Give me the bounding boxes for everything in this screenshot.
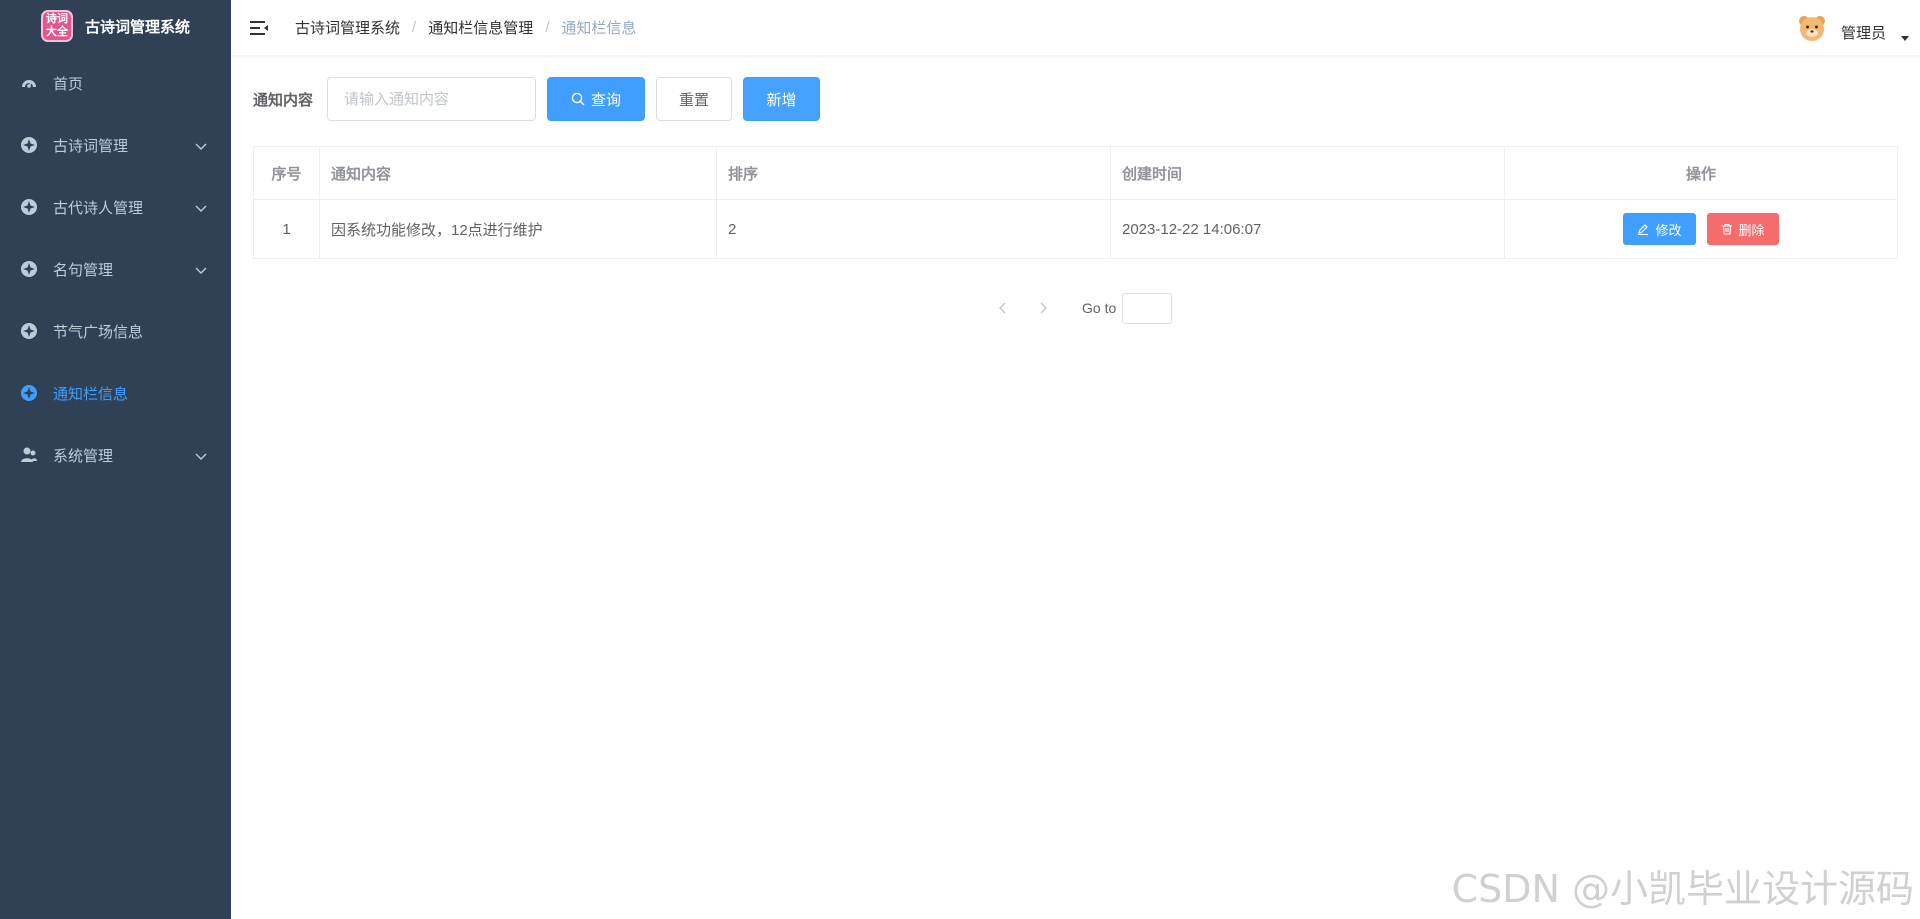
cell-index: 1 <box>253 199 320 259</box>
add-button-label: 新增 <box>766 91 797 109</box>
notice-table: 序号 通知内容 排序 创建时间 操作 1 因系统功能修改，12点进行维护 2 2… <box>253 146 1898 259</box>
app-title: 古诗词管理系统 <box>84 18 190 36</box>
breadcrumb-separator: / <box>545 19 550 36</box>
sidebar-item-system[interactable]: 系统管理 <box>0 424 231 486</box>
sidebar-item-label: 古诗词管理 <box>53 137 129 155</box>
chevron-left-icon <box>999 302 1006 314</box>
sidebar-item-home[interactable]: 首页 <box>0 52 231 114</box>
column-header-actions: 操作 <box>1504 146 1898 200</box>
table-header-row: 序号 通知内容 排序 创建时间 操作 <box>253 146 1898 200</box>
delete-button-label: 删除 <box>1738 222 1765 238</box>
prev-page-button[interactable] <box>988 293 1018 323</box>
watermark: CSDN @小凯毕业设计源码 <box>1451 867 1914 911</box>
logo-line-1: 诗词 <box>45 13 68 25</box>
goto-page-input[interactable] <box>1122 292 1173 324</box>
column-header-content: 通知内容 <box>319 146 717 200</box>
query-button-label: 查询 <box>591 91 622 109</box>
reset-button[interactable]: 重置 <box>656 77 733 121</box>
sidebar-item-label: 节气广场信息 <box>53 323 144 341</box>
sidebar-item-label: 首页 <box>53 75 84 93</box>
avatar <box>1797 13 1827 43</box>
edit-icon <box>1637 223 1649 235</box>
top-navbar: 古诗词管理系统 / 通知栏信息管理 / 通知栏信息 管理员 <box>231 0 1920 55</box>
notice-content-input[interactable] <box>327 77 537 121</box>
chevron-down-icon <box>195 448 207 465</box>
compass-icon <box>20 322 38 340</box>
cell-sort: 2 <box>716 199 1111 259</box>
sidebar-item-label: 古代诗人管理 <box>53 199 144 217</box>
sidebar-item-label: 通知栏信息 <box>53 385 129 403</box>
delete-button[interactable]: 删除 <box>1706 213 1779 245</box>
chevron-right-icon <box>1040 302 1047 314</box>
chevron-down-icon <box>195 200 207 217</box>
breadcrumb-item[interactable]: 古诗词管理系统 <box>295 17 400 38</box>
sidebar-item-notices[interactable]: 通知栏信息 <box>0 362 231 424</box>
query-button[interactable]: 查询 <box>547 77 646 121</box>
dashboard-icon <box>20 74 38 92</box>
caret-down-icon <box>1900 34 1910 44</box>
chevron-down-icon <box>195 262 207 279</box>
breadcrumb: 古诗词管理系统 / 通知栏信息管理 / 通知栏信息 <box>295 17 636 38</box>
brand: 诗词 大全 古诗词管理系统 <box>0 0 231 52</box>
cell-content: 因系统功能修改，12点进行维护 <box>319 199 717 259</box>
sidebar-item-poets[interactable]: 古代诗人管理 <box>0 176 231 238</box>
user-dropdown[interactable]: 管理员 <box>1797 0 1910 55</box>
compass-icon <box>20 260 38 278</box>
sidebar-item-solar-terms[interactable]: 节气广场信息 <box>0 300 231 362</box>
search-icon <box>571 92 585 106</box>
goto-label: Go to <box>1082 300 1117 316</box>
next-page-button[interactable] <box>1028 293 1058 323</box>
cell-created: 2023-12-22 14:06:07 <box>1110 199 1505 259</box>
sidebar: 诗词 大全 古诗词管理系统 首页 古诗词管理 古代诗人管理 名句管理 节气广场信… <box>0 0 231 919</box>
user-icon <box>20 446 38 464</box>
column-header-sort: 排序 <box>716 146 1111 200</box>
edit-button-label: 修改 <box>1655 222 1682 238</box>
compass-icon <box>20 198 38 216</box>
trash-icon <box>1721 223 1733 235</box>
edit-button[interactable]: 修改 <box>1623 213 1696 245</box>
main-content: 通知内容 查询 重置 新增 序号 通知内容 排序 创建时间 操作 <box>231 55 1920 919</box>
menu-toggle-icon[interactable] <box>249 18 269 38</box>
table-row: 1 因系统功能修改，12点进行维护 2 2023-12-22 14:06:07 … <box>253 199 1898 259</box>
add-button[interactable]: 新增 <box>743 77 821 121</box>
breadcrumb-item[interactable]: 通知栏信息管理 <box>428 17 533 38</box>
column-header-index: 序号 <box>253 146 320 200</box>
column-header-created: 创建时间 <box>1110 146 1505 200</box>
compass-icon <box>20 136 38 154</box>
logo-line-2: 大全 <box>45 26 68 38</box>
search-form: 通知内容 查询 重置 新增 <box>253 77 821 121</box>
sidebar-item-poems[interactable]: 古诗词管理 <box>0 114 231 176</box>
breadcrumb-current: 通知栏信息 <box>561 20 637 37</box>
sidebar-item-label: 名句管理 <box>53 261 114 279</box>
pagination: Go to <box>988 292 1173 324</box>
sidebar-item-label: 系统管理 <box>53 447 114 465</box>
app-logo: 诗词 大全 <box>40 10 73 42</box>
sidebar-item-quotes[interactable]: 名句管理 <box>0 238 231 300</box>
user-name: 管理员 <box>1840 25 1886 42</box>
compass-icon <box>20 384 38 402</box>
reset-button-label: 重置 <box>679 91 710 109</box>
search-label: 通知内容 <box>253 91 314 109</box>
chevron-down-icon <box>195 138 207 155</box>
cell-actions: 修改 删除 <box>1504 199 1898 259</box>
breadcrumb-separator: / <box>412 19 417 36</box>
